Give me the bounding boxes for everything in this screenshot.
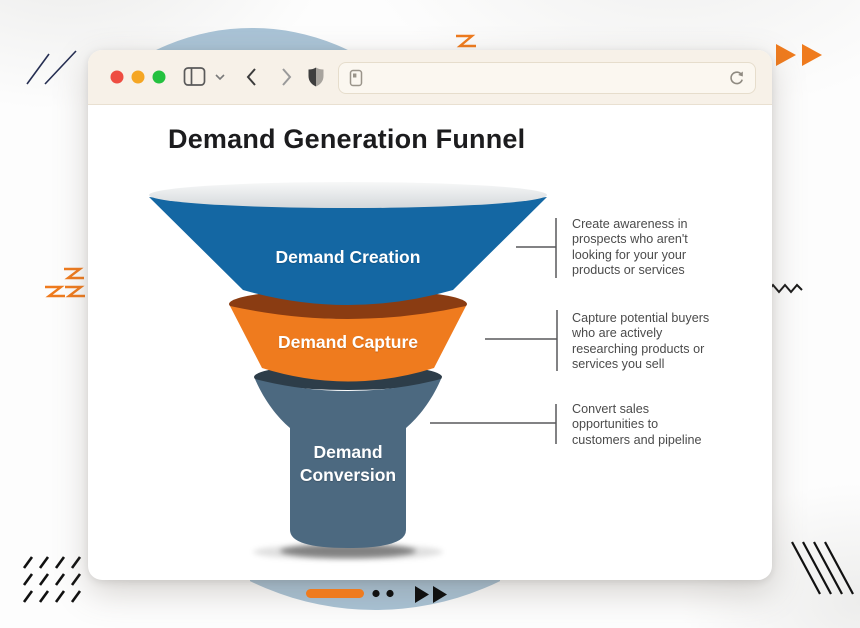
zigzag-orange-top: [452, 32, 478, 52]
traffic-lights[interactable]: [110, 50, 168, 104]
pager-last-icon: [433, 586, 447, 603]
zoom-button[interactable]: [153, 71, 166, 84]
address-input[interactable]: [363, 70, 728, 87]
page-title: Demand Generation Funnel: [168, 124, 525, 155]
shield-icon[interactable]: [306, 50, 326, 104]
minimize-button[interactable]: [132, 71, 145, 84]
browser-toolbar: [88, 50, 772, 105]
browser-window: Demand Generation Funnel: [88, 50, 772, 580]
page-icon: [349, 69, 363, 87]
refresh-icon[interactable]: [728, 70, 745, 87]
zigzag-orange-left-group: [42, 265, 87, 305]
pager-dot: [372, 590, 379, 597]
annotation-demand-capture: Capture potential buyers who are activel…: [572, 311, 718, 373]
stage-label-demand-conversion: Demand Conversion: [283, 441, 413, 487]
demand-generation-funnel-diagram: [140, 170, 570, 570]
pager-next-icon: [415, 586, 429, 603]
forward-button[interactable]: [280, 50, 294, 104]
close-button[interactable]: [111, 71, 124, 84]
pager-active-bar: [306, 589, 364, 598]
slash-lines-top-left: [20, 46, 90, 91]
funnel-mouth-ellipse: [149, 182, 547, 208]
stage-label-demand-creation: Demand Creation: [228, 246, 468, 269]
illustration-canvas: Demand Generation Funnel: [0, 0, 860, 628]
background-circle-top-arc: [145, 22, 360, 50]
address-bar[interactable]: [338, 62, 756, 94]
hatch-marks-bottom-left: [20, 552, 98, 614]
diagonal-lines-bottom-right: [788, 540, 860, 604]
annotation-demand-creation: Create awareness in prospects who aren't…: [572, 217, 720, 279]
zigzag-black-right: [766, 281, 806, 299]
stage-label-demand-capture: Demand Capture: [228, 331, 468, 354]
back-button[interactable]: [244, 50, 258, 104]
double-arrow-top-right-icon: [774, 42, 828, 70]
annotation-demand-conversion: Convert sales opportunities to customers…: [572, 402, 712, 448]
carousel-pager: [300, 582, 452, 608]
pager-dot: [386, 590, 393, 597]
sidebar-icon[interactable]: [183, 50, 207, 104]
chevron-down-icon[interactable]: [214, 50, 226, 104]
